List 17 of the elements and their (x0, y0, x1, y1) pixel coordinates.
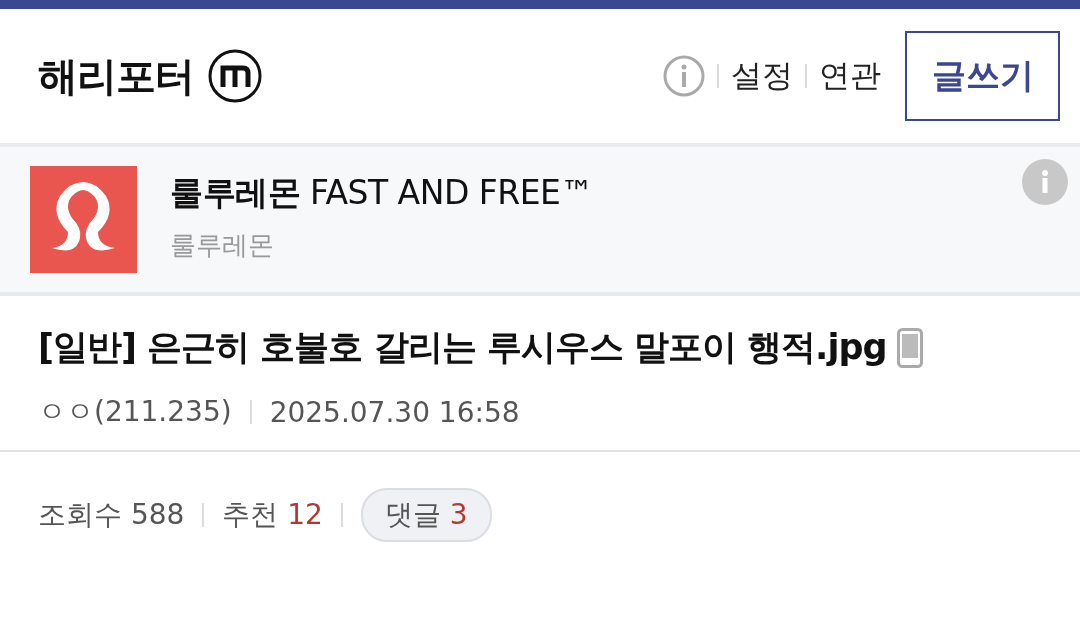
comments-button[interactable]: 댓글 3 (360, 488, 492, 542)
post-author: ㅇㅇ(211.235) (38, 394, 232, 430)
write-button[interactable]: 글쓰기 (905, 31, 1060, 121)
post-title: [일반] 은근히 호불호 갈리는 루시우스 말포이 행적.jpg (38, 326, 887, 369)
ad-info-icon[interactable] (1022, 159, 1068, 205)
post-date: 2025.07.30 16:58 (269, 395, 520, 429)
ad-title[interactable]: 룰루레몬 FAST AND FREE™ (170, 170, 593, 216)
stat-text: 추천 12 (222, 497, 323, 533)
ad-advertiser: 룰루레몬 (170, 228, 275, 262)
header-link[interactable]: 설정 (731, 55, 793, 97)
circled-m-icon (208, 49, 262, 103)
phone-icon (896, 327, 923, 368)
stat-text: 조회수 588 (38, 497, 185, 533)
header-link[interactable]: 연관 (819, 55, 881, 97)
info-icon[interactable] (663, 55, 705, 97)
ad-banner[interactable]: 룰루레몬 FAST AND FREE™ 룰루레몬 (0, 143, 1080, 296)
gallery-title[interactable]: 해리포터 (38, 48, 194, 104)
